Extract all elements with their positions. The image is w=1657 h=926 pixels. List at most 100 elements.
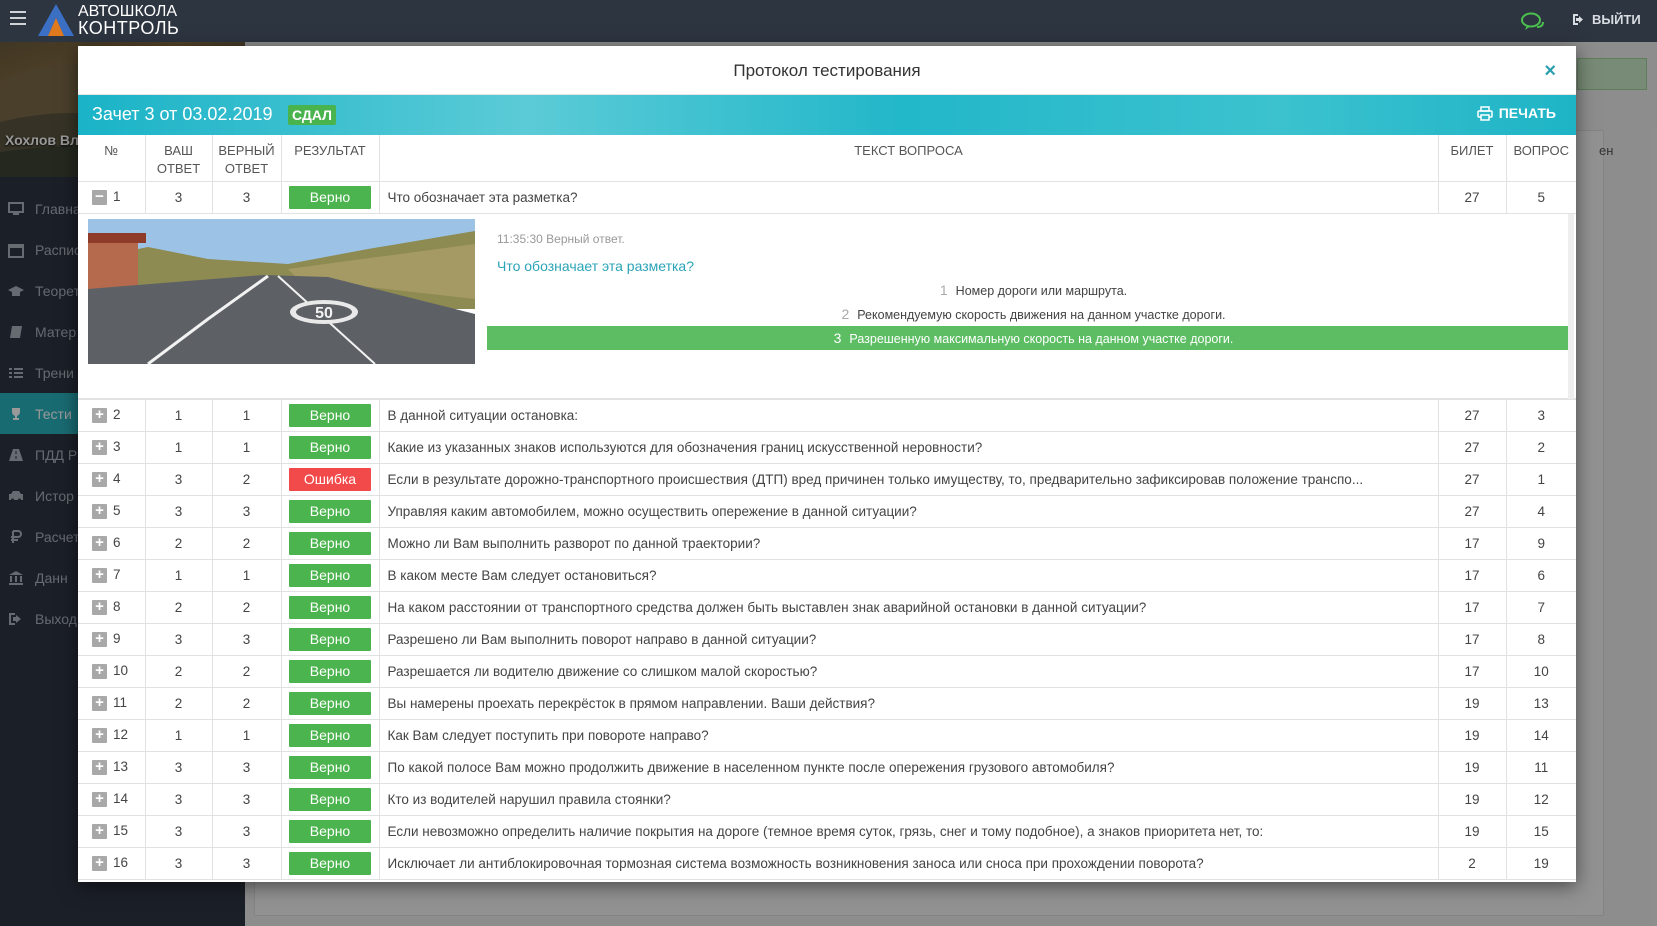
question-text-cell: Как Вам следует поступить при повороте н… <box>379 719 1439 752</box>
question-text-cell: Разрешается ли водителю движение со слиш… <box>379 655 1439 688</box>
result-badge: Верно <box>289 563 371 587</box>
row-num-cell: +5 <box>78 495 146 528</box>
result-badge: Верно <box>289 691 371 715</box>
row-number: 2 <box>113 407 121 423</box>
row-num-cell: +13 <box>78 751 146 784</box>
table-row[interactable]: +16 3 3 Верно Исключает ли антиблокирово… <box>78 847 1576 880</box>
detail-scrollbar[interactable] <box>1568 213 1574 398</box>
question-text-cell: По какой полосе Вам можно продолжить дви… <box>379 751 1439 784</box>
your-answer-cell: 1 <box>145 559 213 592</box>
table-row[interactable]: +12 1 1 Верно Как Вам следует поступить … <box>78 719 1576 752</box>
chat-icon[interactable] <box>1521 12 1545 32</box>
result-badge: Верно <box>289 627 371 651</box>
expand-toggle-icon[interactable]: + <box>92 791 107 807</box>
question-number-cell: 2 <box>1506 431 1576 464</box>
row-number: 8 <box>113 599 121 615</box>
result-badge: Верно <box>289 851 371 875</box>
expand-toggle-icon[interactable]: + <box>92 855 107 871</box>
table-row[interactable]: +6 2 2 Верно Можно ли Вам выполнить разв… <box>78 527 1576 560</box>
expand-toggle-icon[interactable]: + <box>92 503 107 519</box>
col-header-result[interactable]: РЕЗУЛЬТАТ <box>281 135 380 182</box>
result-badge: Верно <box>289 755 371 779</box>
ticket-cell: 19 <box>1438 751 1507 784</box>
table-row[interactable]: +9 3 3 Верно Разрешено ли Вам выполнить … <box>78 623 1576 656</box>
table-row[interactable]: +14 3 3 Верно Кто из водителей нарушил п… <box>78 783 1576 816</box>
question-text-cell: Можно ли Вам выполнить разворот по данно… <box>379 527 1439 560</box>
table-row[interactable]: −1 3 3 Верно Что обозначает эта разметка… <box>78 181 1576 214</box>
col-header-num[interactable]: № <box>78 135 146 182</box>
expand-toggle-icon[interactable]: + <box>92 439 107 455</box>
table-row[interactable]: +10 2 2 Верно Разрешается ли водителю дв… <box>78 655 1576 688</box>
expand-toggle-icon[interactable]: − <box>92 189 107 205</box>
table-row[interactable]: +7 1 1 Верно В каком месте Вам следует о… <box>78 559 1576 592</box>
table-row[interactable]: +3 1 1 Верно Какие из указанных знаков и… <box>78 431 1576 464</box>
expand-toggle-icon[interactable]: + <box>92 663 107 679</box>
row-num-cell: −1 <box>78 181 146 214</box>
correct-answer-cell: 3 <box>212 815 282 848</box>
col-header-question[interactable]: ВОПРОС <box>1506 135 1576 182</box>
test-protocol-modal: Протокол тестирования × Зачет 3 от 03.02… <box>78 46 1576 882</box>
expand-toggle-icon[interactable]: + <box>92 695 107 711</box>
expand-toggle-icon[interactable]: + <box>92 823 107 839</box>
table-row[interactable]: +2 1 1 Верно В данной ситуации остановка… <box>78 399 1576 432</box>
expand-toggle-icon[interactable]: + <box>92 471 107 487</box>
table-row[interactable]: +5 3 3 Верно Управляя каким автомобилем,… <box>78 495 1576 528</box>
speed-marking-label: 50 <box>315 305 333 322</box>
logout-button[interactable]: ВЫЙТИ <box>1572 12 1641 27</box>
table-row[interactable]: +8 2 2 Верно На каком расстоянии от тран… <box>78 591 1576 624</box>
question-text-cell: Что обозначает эта разметка? <box>379 181 1439 214</box>
table-row[interactable]: +4 3 2 Ошибка Если в результате дорожно-… <box>78 463 1576 496</box>
expand-toggle-icon[interactable]: + <box>92 599 107 615</box>
menu-icon[interactable] <box>10 11 26 25</box>
expand-toggle-icon[interactable]: + <box>92 535 107 551</box>
result-cell: Верно <box>281 181 380 214</box>
question-number-cell: 9 <box>1506 527 1576 560</box>
your-answer-cell: 3 <box>145 751 213 784</box>
correct-answer-cell: 2 <box>212 655 282 688</box>
result-badge: Верно <box>289 787 371 811</box>
expand-toggle-icon[interactable]: + <box>92 727 107 743</box>
row-number: 6 <box>113 535 121 551</box>
result-badge: Верно <box>289 435 371 459</box>
status-badge: СДАЛ <box>288 105 337 125</box>
printer-icon <box>1476 105 1493 121</box>
close-icon[interactable]: × <box>1544 46 1556 96</box>
result-badge: Верно <box>289 531 371 555</box>
print-label: ПЕЧАТЬ <box>1498 105 1556 121</box>
expand-toggle-icon[interactable]: + <box>92 407 107 423</box>
question-image[interactable]: 50 <box>88 218 475 364</box>
col-header-ticket[interactable]: БИЛЕТ <box>1438 135 1507 182</box>
question-number-cell: 8 <box>1506 623 1576 656</box>
col-header-your-answer[interactable]: ВАШ ОТВЕТ <box>145 135 213 182</box>
correct-answer-cell: 3 <box>212 181 282 214</box>
table-row[interactable]: +15 3 3 Верно Если невозможно определить… <box>78 815 1576 848</box>
logo[interactable] <box>38 4 74 36</box>
result-cell: Верно <box>281 719 380 752</box>
question-number-cell: 11 <box>1506 751 1576 784</box>
logo-text: АВТОШКОЛА КОНТРОЛЬ <box>78 3 179 37</box>
expand-toggle-icon[interactable]: + <box>92 631 107 647</box>
row-number: 13 <box>113 759 129 775</box>
expand-toggle-icon[interactable]: + <box>92 759 107 775</box>
ticket-cell: 27 <box>1438 463 1507 496</box>
correct-answer-cell: 3 <box>212 623 282 656</box>
col-header-correct-answer[interactable]: ВЕРНЫЙ ОТВЕТ <box>212 135 282 182</box>
your-answer-cell: 3 <box>145 495 213 528</box>
ticket-cell: 19 <box>1438 687 1507 720</box>
print-button[interactable]: ПЕЧАТЬ <box>1476 105 1556 121</box>
result-cell: Ошибка <box>281 463 380 496</box>
question-number-cell: 14 <box>1506 719 1576 752</box>
question-text-cell: Разрешено ли Вам выполнить поворот напра… <box>379 623 1439 656</box>
question-text-cell: Управляя каким автомобилем, можно осущес… <box>379 495 1439 528</box>
col-header-text[interactable]: ТЕКСТ ВОПРОСА <box>379 135 1439 182</box>
correct-answer-cell: 2 <box>212 463 282 496</box>
row-number: 7 <box>113 567 121 583</box>
question-number-cell: 1 <box>1506 463 1576 496</box>
modal-title: Протокол тестирования <box>733 61 921 80</box>
row-num-cell: +15 <box>78 815 146 848</box>
row-number: 12 <box>113 727 129 743</box>
table-row[interactable]: +11 2 2 Верно Вы намерены проехать перек… <box>78 687 1576 720</box>
expand-toggle-icon[interactable]: + <box>92 567 107 583</box>
table-row[interactable]: +13 3 3 Верно По какой полосе Вам можно … <box>78 751 1576 784</box>
result-cell: Верно <box>281 495 380 528</box>
